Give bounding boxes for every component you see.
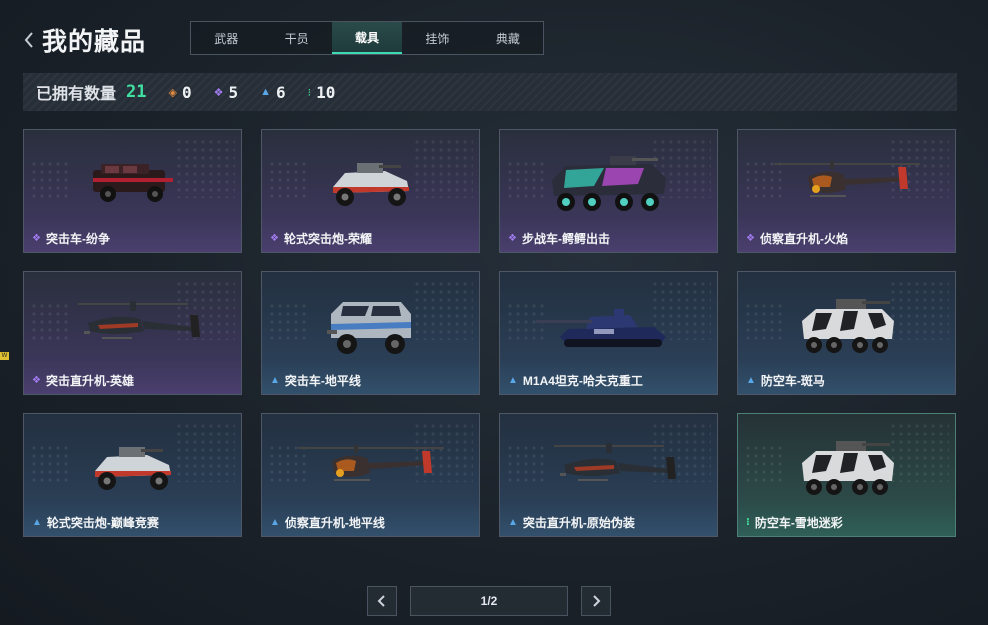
back-button[interactable] (20, 28, 38, 52)
rarity-icon: ▲ (270, 517, 280, 528)
attack-heli-icon (24, 284, 241, 370)
edge-badge: W (0, 352, 9, 360)
apc-icon (500, 142, 717, 228)
chevron-right-icon (593, 595, 601, 607)
vehicle-card[interactable]: ▲ 防空车-斑马 (737, 271, 956, 395)
rarity-icon: ▲ (508, 517, 518, 528)
vehicle-card[interactable]: ❖ 突击车-纷争 (23, 129, 242, 253)
prev-page-button[interactable] (367, 586, 397, 616)
vehicle-card-label: ▲ 轮式突击炮-巅峰竞赛 (32, 514, 159, 531)
vehicle-card[interactable]: ❖ 侦察直升机-火焰 (737, 129, 956, 253)
vehicle-name: 突击直升机-英雄 (45, 374, 134, 388)
stat-blue-count: 6 (276, 82, 286, 102)
stat-blue: ▲ 6 (260, 83, 286, 102)
vehicle-card[interactable]: ▲ 突击车-地平线 (261, 271, 480, 395)
rarity-icon: ❖ (32, 233, 41, 244)
tab-collection[interactable]: 典藏 (473, 22, 543, 54)
armored-truck-icon (262, 284, 479, 370)
pagination: 1/2 (367, 586, 611, 616)
vehicle-name: 步战车-鳄鳄出击 (521, 232, 610, 246)
chevron-left-icon (24, 32, 33, 48)
blue-triangle-icon: ▲ (260, 86, 272, 98)
vehicle-name: 突击车-纷争 (45, 232, 110, 246)
rarity-icon: ▲ (32, 517, 42, 528)
vehicle-name: 突击车-地平线 (284, 374, 361, 388)
vehicle-card[interactable]: ❖ 突击直升机-英雄 (23, 271, 242, 395)
vehicle-card-label: ❖ 轮式突击炮-荣耀 (270, 230, 372, 247)
stat-orange: ◈ 0 (169, 83, 192, 102)
attack-heli-icon (500, 426, 717, 512)
tab-operators[interactable]: 干员 (261, 22, 331, 54)
vehicle-name: 防空车-斑马 (760, 374, 825, 388)
owned-count-label: 已拥有数量 (36, 86, 117, 103)
vehicle-card[interactable]: ▲ M1A4坦克-哈夫克重工 (499, 271, 718, 395)
rarity-icon: ❖ (746, 233, 755, 244)
vehicle-card-label: ▲ 侦察直升机-地平线 (270, 514, 385, 531)
buggy-icon (24, 426, 241, 512)
stat-green-count: 10 (316, 82, 336, 102)
vehicle-card-label: ❖ 突击车-纷争 (32, 230, 110, 247)
vehicle-card[interactable]: ▲ 侦察直升机-地平线 (261, 413, 480, 537)
category-tabs: 武器 干员 载具 挂饰 典藏 (190, 21, 544, 55)
page-indicator: 1/2 (410, 586, 568, 616)
owned-total: 21 (126, 82, 147, 102)
stat-purple: ❖ 5 (214, 83, 239, 102)
scout-heli-icon (262, 426, 479, 512)
stat-green: ⁝ 10 (308, 83, 336, 102)
vehicle-card[interactable]: ⁝ 防空车-雪地迷彩 (737, 413, 956, 537)
vehicle-card-label: ▲ 突击车-地平线 (270, 372, 361, 389)
buggy-icon (262, 142, 479, 228)
vehicle-card-label: ▲ 防空车-斑马 (746, 372, 825, 389)
vehicle-card[interactable]: ▲ 突击直升机-原始伪装 (499, 413, 718, 537)
vehicle-name: 轮式突击炮-巅峰竞赛 (46, 516, 159, 530)
vehicle-card[interactable]: ❖ 步战车-鳄鳄出击 (499, 129, 718, 253)
rarity-icon: ▲ (746, 375, 756, 386)
rarity-icon: ⁝ (746, 517, 750, 528)
rarity-icon: ❖ (270, 233, 279, 244)
vehicle-name: 侦察直升机-地平线 (284, 516, 385, 530)
vehicle-name: 轮式突击炮-荣耀 (283, 232, 372, 246)
vehicle-name: 防空车-雪地迷彩 (754, 516, 843, 530)
vehicle-grid: ❖ 突击车-纷争 ❖ 轮式突击炮-荣耀 ❖ 步战车-鳄鳄出击 ❖ 侦察直升机-火焰 ❖ 突击直升机… (23, 129, 957, 537)
vehicle-name: 侦察直升机-火焰 (759, 232, 848, 246)
vehicle-name: M1A4坦克-哈夫克重工 (522, 374, 643, 388)
vehicle-card-label: ⁝ 防空车-雪地迷彩 (746, 514, 843, 531)
vehicle-card-label: ▲ M1A4坦克-哈夫克重工 (508, 372, 643, 389)
vehicle-name: 突击直升机-原始伪装 (522, 516, 635, 530)
stat-orange-count: 0 (181, 82, 192, 102)
tab-weapons[interactable]: 武器 (191, 22, 261, 54)
vehicle-card-label: ❖ 突击直升机-英雄 (32, 372, 134, 389)
rarity-icon: ❖ (32, 375, 41, 386)
rarity-icon: ▲ (508, 375, 518, 386)
tank-icon (500, 284, 717, 370)
tab-vehicles[interactable]: 载具 (331, 22, 403, 54)
scout-heli-icon (738, 142, 955, 228)
aa-vehicle-icon (738, 426, 955, 512)
stat-purple-count: 5 (228, 82, 239, 102)
vehicle-card[interactable]: ▲ 轮式突击炮-巅峰竞赛 (23, 413, 242, 537)
suv-icon (24, 142, 241, 228)
chevron-left-icon (377, 595, 385, 607)
vehicle-card-label: ❖ 侦察直升机-火焰 (746, 230, 848, 247)
rarity-icon: ▲ (270, 375, 280, 386)
page-title: 我的藏品 (42, 28, 147, 56)
green-dots-icon: ⁝ (307, 86, 312, 99)
aa-vehicle-icon (738, 284, 955, 370)
vehicle-card-label: ❖ 步战车-鳄鳄出击 (508, 230, 610, 247)
vehicle-card[interactable]: ❖ 轮式突击炮-荣耀 (261, 129, 480, 253)
orange-diamond-icon: ◈ (168, 86, 177, 99)
owned-stats-bar: 已拥有数量 21 ◈ 0 ❖ 5 ▲ 6 ⁝ 10 (23, 73, 957, 111)
purple-diamond-icon: ❖ (213, 86, 224, 99)
tab-pendants[interactable]: 挂饰 (402, 22, 472, 54)
next-page-button[interactable] (581, 586, 611, 616)
rarity-icon: ❖ (508, 233, 517, 244)
vehicle-card-label: ▲ 突击直升机-原始伪装 (508, 514, 635, 531)
